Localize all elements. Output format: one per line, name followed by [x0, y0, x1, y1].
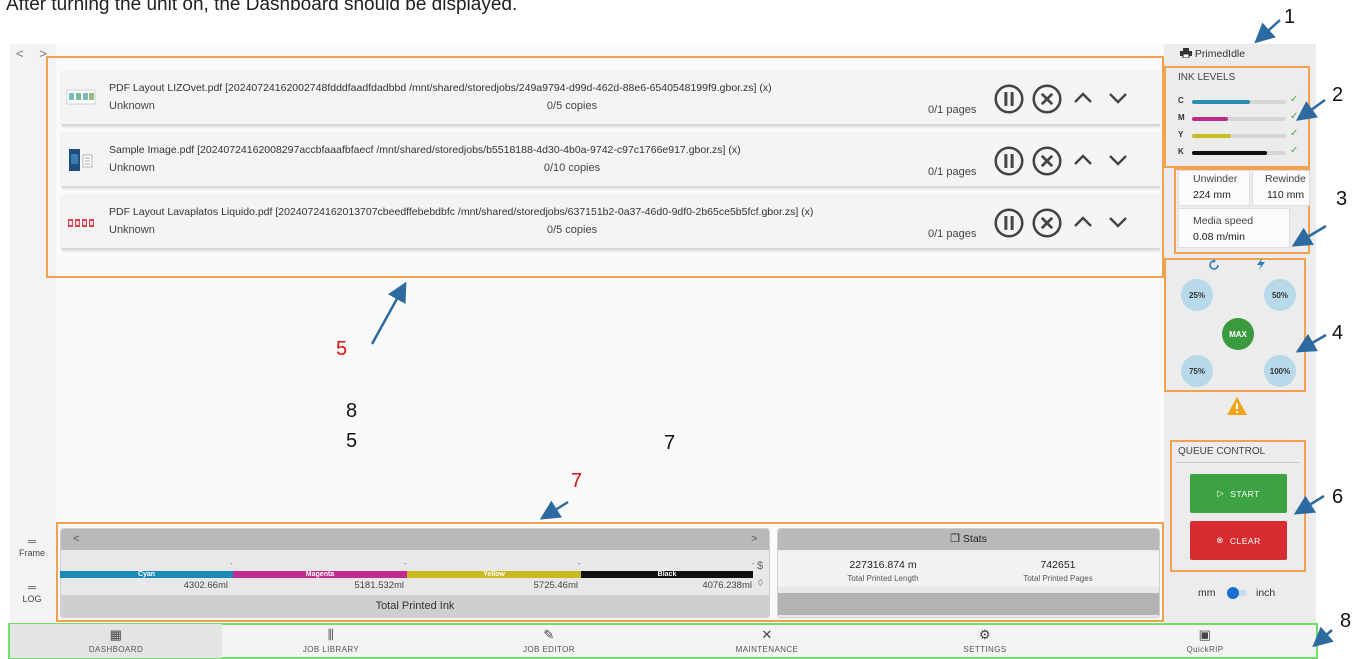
- copy-icon: ❐: [950, 533, 960, 545]
- nav-maintenance[interactable]: ✕ MAINTENANCE: [658, 624, 876, 658]
- ink-levels-title: INK LEVELS: [1178, 72, 1236, 83]
- ink-row-m: M ✓: [1178, 111, 1299, 122]
- gear-icon: ⚙: [978, 627, 992, 642]
- play-icon: ▷: [1217, 488, 1225, 498]
- annotation-1: 1: [1284, 6, 1296, 28]
- ink-panel-header: [61, 529, 769, 550]
- total-ink-label: Total Printed Ink: [61, 595, 769, 617]
- check-icon: ✓: [1290, 128, 1299, 139]
- media-speed-label: Media speed: [1193, 215, 1254, 227]
- arrow-8: [1312, 626, 1334, 648]
- unit-inch-label: inch: [1256, 587, 1276, 599]
- ink-dash: -: [752, 559, 755, 568]
- tools-icon: ✕: [761, 627, 773, 642]
- magenta-ml: 5181.532ml: [354, 580, 404, 591]
- ink-level-y: [1192, 134, 1232, 138]
- queue-control-title: QUEUE CONTROL: [1178, 446, 1266, 457]
- annotation-2: 2: [1332, 84, 1344, 106]
- highlight-job-queue: [46, 56, 1164, 278]
- speed-50-button[interactable]: 50%: [1264, 279, 1296, 311]
- ink-row-c: C ✓: [1178, 94, 1299, 105]
- bolt-icon[interactable]: [1256, 258, 1266, 270]
- media-speed-value: 0.08 m/min: [1193, 231, 1245, 243]
- drop-icon: ◊: [758, 578, 763, 589]
- printer-status-text: PrimedIdle: [1194, 48, 1246, 60]
- menu-icon: ═: [28, 582, 36, 594]
- stats-header: ❐ Stats: [778, 529, 1159, 550]
- annotation-3: 3: [1336, 188, 1348, 210]
- media-speed-box: Media speed 0.08 m/min: [1178, 208, 1290, 248]
- rewinder-box: Rewinde 110 mm: [1252, 170, 1310, 206]
- start-button[interactable]: ▷ START: [1190, 474, 1287, 513]
- unwinder-label: Unwinder: [1193, 173, 1238, 185]
- speed-100-button[interactable]: 100%: [1264, 355, 1296, 387]
- ink-level-m: [1192, 117, 1228, 121]
- log-button[interactable]: ═ LOG: [14, 582, 50, 604]
- annotation-5: 5: [336, 338, 348, 360]
- check-icon: ✓: [1290, 94, 1299, 105]
- ink-dash: -: [404, 559, 407, 568]
- stats-footer: [778, 593, 1159, 615]
- unwinder-value: 224 mm: [1193, 189, 1231, 201]
- nav-settings[interactable]: ⚙ SETTINGS: [876, 624, 1094, 658]
- unit-mm-label: mm: [1198, 587, 1216, 599]
- pencil-icon: ✎: [543, 627, 555, 642]
- printer-icon: [1180, 48, 1192, 59]
- yellow-ml: 5725.46ml: [533, 580, 578, 591]
- ink-level-k: [1192, 151, 1268, 155]
- black-ml: 4076.238ml: [702, 580, 752, 591]
- nav-job-editor[interactable]: ✎ JOB EDITOR: [440, 624, 658, 658]
- annotation-8b: 8: [346, 400, 358, 422]
- prev-arrow-icon[interactable]: <: [73, 533, 79, 545]
- speed-75-button[interactable]: 75%: [1181, 355, 1213, 387]
- yellow-bar: Yellow: [407, 571, 581, 578]
- annotation-4: 4: [1332, 322, 1344, 344]
- check-icon: ✓: [1290, 111, 1299, 122]
- currency-icon: $: [757, 560, 764, 572]
- total-length-label: Total Printed Length: [847, 574, 919, 583]
- frame-button[interactable]: ═ Frame: [14, 536, 50, 558]
- ink-dash: -: [230, 559, 233, 568]
- printer-status: PrimedIdle: [1180, 48, 1245, 60]
- nav-dashboard[interactable]: ▦ DASHBOARD: [10, 624, 222, 658]
- warning-icon[interactable]: [1226, 396, 1248, 416]
- unit-toggle[interactable]: [1225, 587, 1249, 599]
- annotation-6: 6: [1332, 486, 1344, 508]
- cyan-bar: Cyan: [60, 571, 233, 578]
- next-arrow-icon[interactable]: >: [751, 533, 757, 545]
- rewinder-label: Rewinde: [1265, 173, 1306, 185]
- ink-level-c: [1192, 100, 1251, 104]
- annotation-5b: 5: [346, 430, 358, 452]
- dashboard-icon: ▦: [109, 627, 123, 642]
- refresh-icon[interactable]: [1208, 259, 1220, 271]
- annotation-7b: 7: [664, 432, 676, 454]
- ink-row-y: Y ✓: [1178, 128, 1299, 139]
- rewinder-value: 110 mm: [1267, 189, 1305, 201]
- check-icon: ✓: [1290, 145, 1299, 156]
- annotation-8: 8: [1340, 610, 1352, 632]
- menu-icon: ═: [28, 536, 36, 548]
- clear-button[interactable]: ⊗ CLEAR: [1190, 521, 1287, 560]
- divider: [1176, 462, 1300, 463]
- total-length-value: 227316.874 m: [849, 559, 917, 571]
- cyan-ml: 4302.66ml: [183, 580, 228, 591]
- total-pages-value: 742651: [1040, 559, 1076, 571]
- annotation-7: 7: [571, 470, 583, 492]
- magenta-bar: Magenta: [233, 571, 407, 578]
- library-icon: ⫼: [327, 627, 335, 642]
- cancel-circle-icon: ⊗: [1216, 535, 1224, 545]
- ink-dash: -: [578, 559, 581, 568]
- stats-panel: ❐ Stats 227316.874 m Total Printed Lengt…: [777, 528, 1160, 618]
- ink-row-k: K ✓: [1178, 145, 1299, 156]
- black-bar: Black: [581, 571, 753, 578]
- caption: After turning the unit on, the Dashboard…: [6, 0, 518, 15]
- speed-25-button[interactable]: 25%: [1181, 279, 1213, 311]
- total-pages-label: Total Printed Pages: [1023, 574, 1093, 583]
- quickrip-icon: ▣: [1198, 627, 1212, 642]
- speed-max-button[interactable]: MAX: [1222, 318, 1254, 350]
- nav-quickrip[interactable]: ▣ QuickRIP: [1094, 624, 1316, 658]
- nav-job-library[interactable]: ⫼ JOB LIBRARY: [222, 624, 440, 658]
- unwinder-box: Unwinder 224 mm: [1178, 170, 1250, 206]
- arrow-1: [1254, 19, 1281, 44]
